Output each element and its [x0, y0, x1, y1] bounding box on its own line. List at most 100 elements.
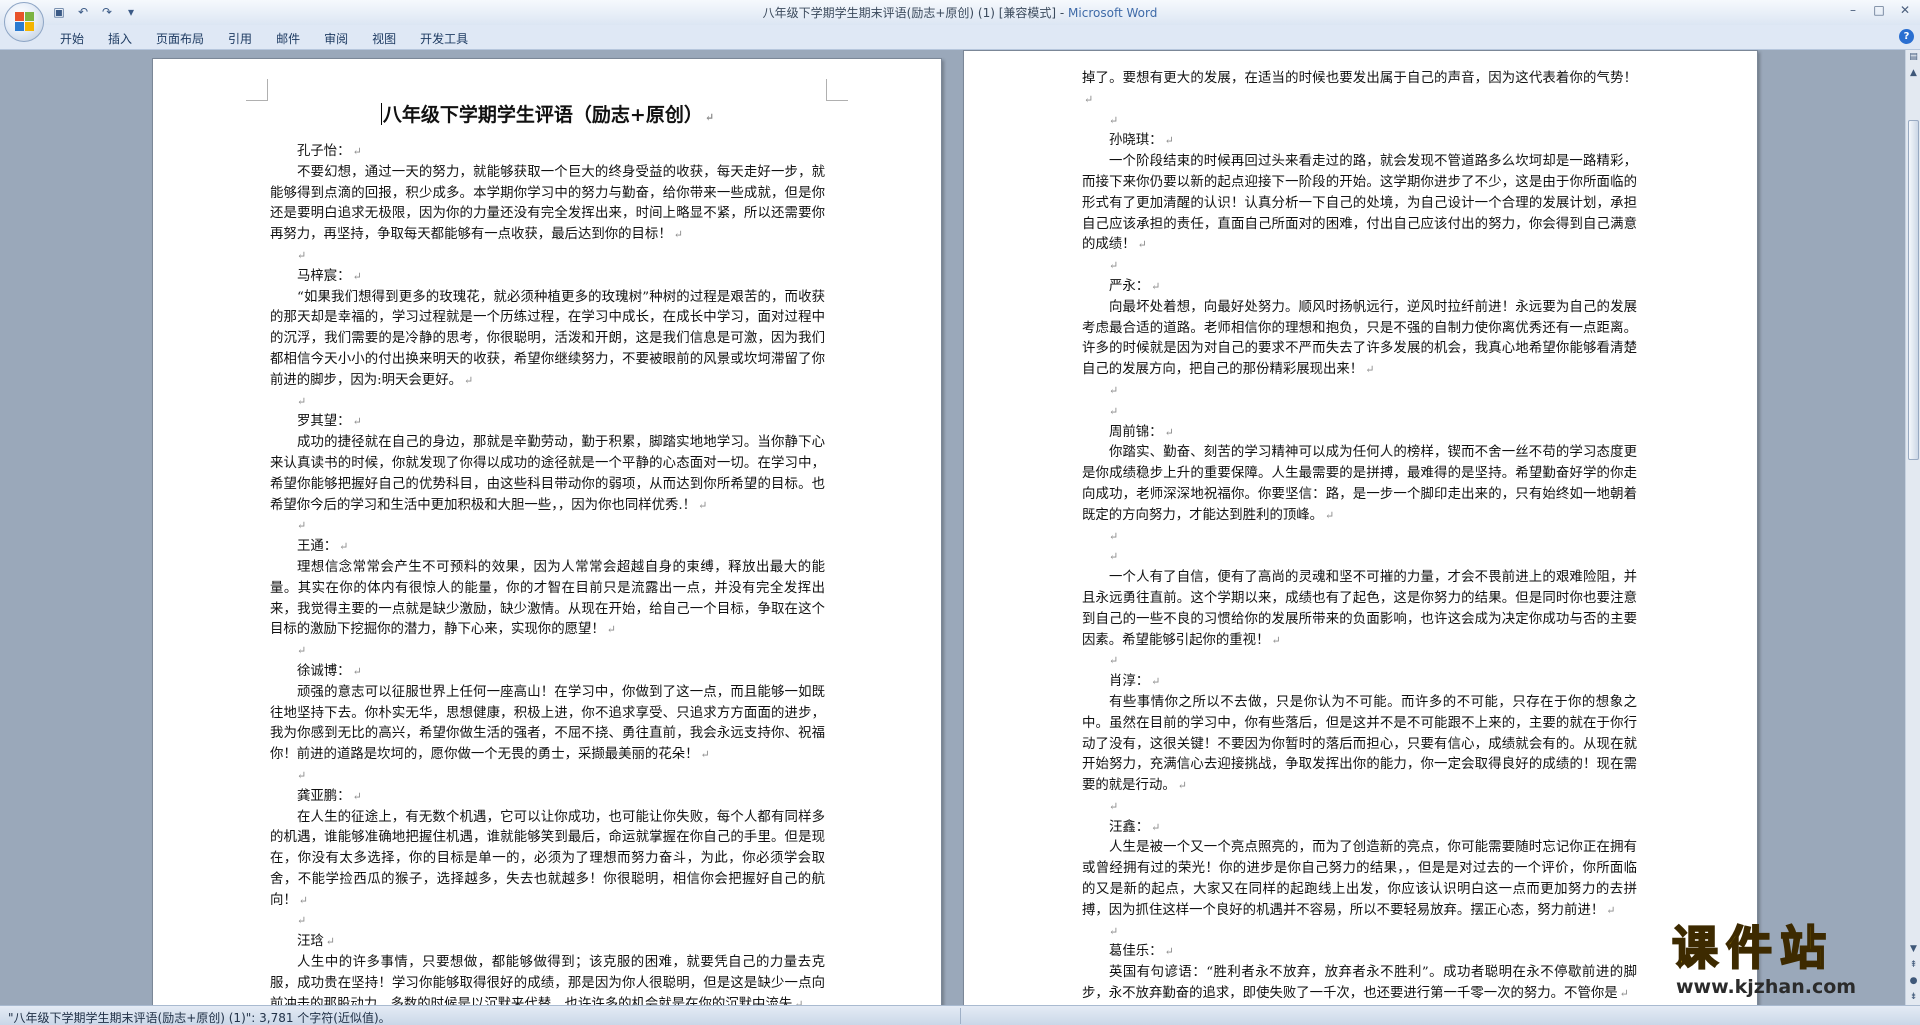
comment-paragraph: 有些事情你之所以不去做，只是你认为不可能。而许多的不可能，只存在于你的想象之中。… [1082, 693, 1637, 797]
empty-paragraph: ↵ [1109, 550, 1119, 564]
comment-paragraph: 英国有句谚语：“胜利者永不放弃，放弃者永不胜利”。成功者聪明在永不停歇前进的脚步… [1082, 963, 1637, 1005]
paragraph-mark: ↵ [1365, 363, 1375, 377]
document-title: 八年级下学期学生评语（励志+原创） ↵ [270, 101, 825, 132]
ruler-toggle-icon[interactable]: ▤ [1907, 50, 1920, 65]
tab-developer[interactable]: 开发工具 [408, 28, 480, 47]
empty-paragraph: ↵ [1109, 799, 1119, 813]
comment-text: 有些事情你之所以不去做，只是你认为不可能。而许多的不可能，只存在于你的想象之中。… [1082, 694, 1637, 794]
paragraph-mark: ↵ [700, 748, 710, 762]
office-logo-icon [15, 12, 35, 32]
empty-paragraph: ↵ [297, 248, 307, 262]
student-name: 孙晓琪： ↵ [1082, 131, 1637, 152]
tab-home[interactable]: 开始 [48, 28, 96, 47]
paragraph-mark: ↵ [463, 373, 474, 387]
paragraph-mark: ↵ [1084, 92, 1094, 106]
empty-paragraph: ↵ [297, 644, 307, 658]
paragraph-mark: ↵ [1164, 134, 1174, 148]
text-cursor [380, 103, 382, 125]
student-name: 周前锦： ↵ [1082, 423, 1637, 444]
student-name: 严永： ↵ [1082, 277, 1637, 298]
vertical-scrollbar[interactable]: ▤ ▲ ▼ ⇞ ● ⇟ [1905, 50, 1920, 1005]
document-page-right[interactable]: 掉了。要想有更大的发展，在适当的时候也要发出属于自己的声音，因为这代表着你的气势… [963, 50, 1758, 1005]
tab-view[interactable]: 视图 [360, 28, 408, 47]
app-name: Microsoft Word [1068, 6, 1158, 20]
comment-paragraph: 向最坏处着想，向最好处努力。顺风时扬帆远行，逆风时拉纤前进！永远要为自己的发展考… [1082, 298, 1637, 381]
empty-paragraph: ↵ [1109, 113, 1119, 127]
status-divider [960, 1008, 961, 1024]
student-name-text: 周前锦： [1109, 424, 1163, 440]
comment-paragraph: 掉了。要想有更大的发展，在适当的时候也要发出属于自己的声音，因为这代表着你的气势… [1082, 69, 1637, 111]
paragraph-mark: ↵ [1151, 675, 1161, 689]
paragraph-mark: ↵ [1151, 279, 1161, 293]
title-bar: ▣ ↶ ↷ ▾ 八年级下学期学生期末评语(励志+原创) (1) [兼容模式] -… [0, 0, 1920, 25]
paragraph-mark: ↵ [1325, 508, 1335, 522]
student-name: 王通： ↵ [270, 537, 825, 558]
student-name: 马梓宸： ↵ [270, 267, 825, 288]
student-name-text: 徐诚博： [297, 663, 351, 679]
student-name-text: 马梓宸： [297, 268, 351, 284]
paragraph-mark: ↵ [352, 415, 362, 429]
comment-paragraph: 不要幻想，通过一天的努力，就能够获取一个巨大的终身受益的收获，每天走好一步，就能… [270, 163, 825, 246]
student-name: 葛佳乐： ↵ [1082, 942, 1637, 963]
comment-text: 人生中的许多事情，只要想做，都能够做得到；该克服的困难，就要凭自己的力量去克服，… [270, 955, 825, 1005]
empty-paragraph: ↵ [1109, 404, 1119, 418]
close-button[interactable]: ✕ [1892, 0, 1918, 20]
page-body: 掉了。要想有更大的发展，在适当的时候也要发出属于自己的声音，因为这代表着你的气势… [1082, 69, 1637, 1005]
student-name: 徐诚博： ↵ [270, 662, 825, 683]
empty-paragraph: ↵ [1109, 924, 1119, 938]
paragraph-mark: ↵ [298, 893, 308, 907]
paragraph-mark: ↵ [352, 664, 362, 678]
paragraph-mark: ↵ [339, 540, 349, 554]
empty-paragraph: ↵ [297, 519, 307, 533]
student-name-text: 肖淳： [1109, 674, 1150, 690]
paragraph-mark: ↵ [1137, 238, 1147, 252]
scroll-up-icon[interactable]: ▲ [1907, 66, 1920, 81]
tab-review[interactable]: 审阅 [312, 28, 360, 47]
watermark-url: www.kjzhan.com [1676, 976, 1857, 998]
paragraph-mark: ↵ [1619, 987, 1629, 1001]
office-button[interactable] [4, 2, 44, 42]
tab-references[interactable]: 引用 [216, 28, 264, 47]
scrollbar-thumb[interactable] [1908, 120, 1919, 460]
comment-paragraph: “如果我们想得到更多的玫瑰花，就必须种植更多的玫瑰树”种树的过程是艰苦的，而收获… [270, 288, 825, 392]
paragraph-mark: ↵ [1606, 903, 1616, 917]
comment-text: 你踏实、勤奋、刻苦的学习精神可以成为任何人的榜样，锲而不舍一丝不苟的学习态度更是… [1082, 445, 1637, 523]
empty-paragraph: ↵ [297, 768, 307, 782]
page-body: 八年级下学期学生评语（励志+原创） ↵ 孔子怡： ↵ 不要幻想，通过一天的努力，就能够… [270, 101, 825, 1005]
paragraph-mark: ↵ [1164, 945, 1174, 959]
window-title: 八年级下学期学生期末评语(励志+原创) (1) [兼容模式] - Microso… [0, 4, 1920, 21]
paragraph-mark: ↵ [794, 997, 804, 1005]
paragraph-mark: ↵ [1151, 820, 1161, 834]
minimize-button[interactable]: – [1840, 0, 1866, 20]
paragraph-mark: ↵ [352, 789, 362, 803]
student-name-text: 孔子怡： [297, 144, 351, 159]
tab-insert[interactable]: 插入 [96, 28, 144, 47]
comment-paragraph: 在人生的征途上，有无数个机遇，它可以让你成功，也可能让你失败，每个人都有同样多的… [270, 808, 825, 912]
comment-text: 成功的捷径就在自己的身边，那就是辛勤劳动，勤于积累，脚踏实地地学习。当你静下心来… [270, 435, 825, 513]
comment-paragraph: 你踏实、勤奋、刻苦的学习精神可以成为任何人的榜样，锲而不舍一丝不苟的学习态度更是… [1082, 443, 1637, 526]
comment-text: 在人生的征途上，有无数个机遇，它可以让你成功，也可能让你失败，每个人都有同样多的… [270, 809, 825, 908]
paragraph-mark: ↵ [1177, 779, 1187, 793]
student-name-text: 葛佳乐： [1109, 944, 1163, 960]
tab-mailings[interactable]: 邮件 [264, 28, 312, 47]
student-name-text: 孙晓琪： [1109, 133, 1163, 149]
comment-paragraph: 一个人有了自信，便有了高尚的灵魂和坚不可摧的力量，才会不畏前进上的艰难险阻，并且… [1082, 568, 1637, 651]
comment-paragraph: 理想信念常常会产生不可预料的效果，因为人常常会超越自身的束缚，释放出最大的能量。… [270, 558, 825, 641]
empty-paragraph: ↵ [297, 914, 307, 928]
document-title-text: 八年级下学期学生评语（励志+原创） [382, 104, 703, 126]
comment-paragraph: 顽强的意志可以征服世界上任何一座高山！在学习中，你做到了这一点，而且能够一如既往… [270, 683, 825, 766]
comment-text: “如果我们想得到更多的玫瑰花，就必须种植更多的玫瑰树”种树的过程是艰苦的，而收获… [270, 289, 825, 388]
comment-text: 一个人有了自信，便有了高尚的灵魂和坚不可摧的力量，才会不畏前进上的艰难险阻，并且… [1082, 570, 1637, 648]
tab-page-layout[interactable]: 页面布局 [144, 28, 216, 47]
status-word-count[interactable]: "八年级下学期学生期末评语(励志+原创) (1)": 3,781 个字符(近似值… [8, 1009, 391, 1025]
student-name: 罗其望： ↵ [270, 412, 825, 433]
document-page-left[interactable]: 八年级下学期学生评语（励志+原创） ↵ 孔子怡： ↵ 不要幻想，通过一天的努力，就能够… [152, 58, 942, 1005]
comment-text: 人生是被一个又一个亮点照亮的，而为了创造新的亮点，你可能需要随时忘记你正在拥有或… [1082, 840, 1637, 918]
paragraph-mark: ↵ [673, 228, 683, 242]
comment-paragraph: 人生是被一个又一个亮点照亮的，而为了创造新的亮点，你可能需要随时忘记你正在拥有或… [1082, 838, 1637, 921]
student-name: 汪琀 ↵ [270, 932, 825, 953]
help-icon[interactable]: ? [1899, 29, 1914, 44]
student-name: 龚亚鹏： ↵ [270, 787, 825, 808]
student-name-text: 王通： [297, 539, 338, 555]
maximize-button[interactable]: □ [1866, 0, 1892, 20]
